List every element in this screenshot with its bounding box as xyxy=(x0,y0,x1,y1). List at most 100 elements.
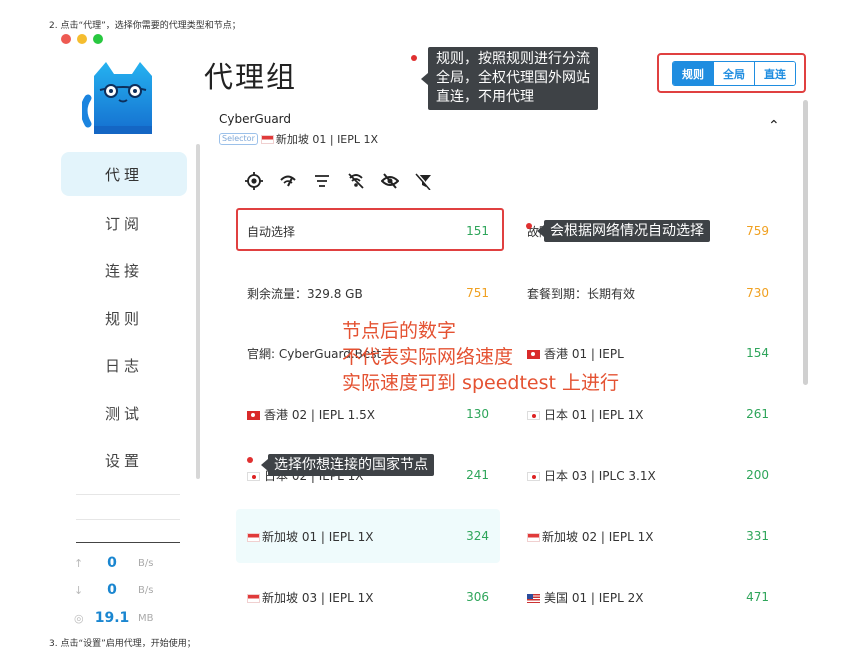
note-line: 实际速度可到 speedtest 上进行 xyxy=(342,372,619,394)
node-us-01[interactable]: 美国 01 | IEPL 2X 471 xyxy=(516,575,780,619)
node-delay: 154 xyxy=(746,346,769,360)
auto-select-annotation-box xyxy=(236,208,504,251)
node-name: 套餐到期：长期有效 xyxy=(527,286,636,301)
traffic-graph-line xyxy=(76,542,180,543)
app-logo-cat-icon xyxy=(82,62,152,134)
mode-tip-line: 全局，全权代理国外网站 xyxy=(436,70,590,86)
sidebar-nav: 代理 订阅 连接 规则 日志 测试 设置 xyxy=(61,152,187,485)
sidebar-item-proxy[interactable]: 代理 xyxy=(61,152,187,196)
hide-unavailable-icon[interactable] xyxy=(346,171,366,191)
node-delay: 261 xyxy=(746,407,769,421)
locate-icon[interactable] xyxy=(244,171,264,191)
mode-global-button[interactable]: 全局 xyxy=(713,62,754,85)
current-node-label: 新加坡 01 | IEPL 1X xyxy=(275,133,379,146)
node-sg-01[interactable]: 新加坡 01 | IEPL 1X 324 xyxy=(236,509,500,563)
mode-tip-line: 规则，按照规则进行分流 xyxy=(436,51,590,67)
sidebar-item-label: 规则 xyxy=(104,309,143,328)
sidebar-item-label: 日志 xyxy=(104,357,143,376)
group-toolbar xyxy=(244,171,434,191)
usa-flag-icon xyxy=(527,593,540,603)
node-jp-03[interactable]: 日本 03 | IPLC 3.1X 200 xyxy=(516,453,780,497)
arrow-down-icon: ↓ xyxy=(74,583,84,597)
singapore-flag-icon xyxy=(247,593,260,603)
sidebar-item-logs[interactable]: 日志 xyxy=(61,342,187,390)
memory-usage: ◎ 19.1 MB xyxy=(74,610,194,626)
node-sg-03[interactable]: 新加坡 03 | IEPL 1X 306 xyxy=(236,575,500,619)
node-delay: 200 xyxy=(746,468,769,482)
node-sg-02[interactable]: 新加坡 02 | IEPL 1X 331 xyxy=(516,514,780,558)
hongkong-flag-icon xyxy=(247,410,260,420)
node-jp-01[interactable]: 日本 01 | IEPL 1X 261 xyxy=(516,392,780,436)
upload-value: 0 xyxy=(107,555,117,571)
delay-number-note: 节点后的数字 不代表实际网络速度 实际速度可到 speedtest 上进行 xyxy=(342,318,619,396)
proxy-group-name[interactable]: CyberGuard xyxy=(219,112,291,126)
mode-annotation-tip: 规则，按照规则进行分流 全局，全权代理国外网站 直连，不用代理 xyxy=(421,47,598,110)
annotation-dot xyxy=(526,223,532,229)
node-name: 新加坡 03 | IEPL 1X xyxy=(262,590,374,605)
mode-switch: 规则 全局 直连 xyxy=(672,61,796,86)
sidebar-item-subscription[interactable]: 订阅 xyxy=(61,200,187,248)
node-delay: 324 xyxy=(466,529,489,543)
singapore-flag-icon xyxy=(247,532,260,542)
node-delay: 759 xyxy=(746,224,769,238)
sidebar-scrollbar[interactable] xyxy=(196,144,200,479)
sidebar-item-label: 测试 xyxy=(104,404,143,423)
doc-step-3: 3. 点击“设置”启用代理，开始使用； xyxy=(49,639,196,649)
sidebar-item-connections[interactable]: 连接 xyxy=(61,247,187,295)
auto-select-annotation-tip: 会根据网络情况自动选择 xyxy=(537,220,710,242)
japan-flag-icon xyxy=(247,471,260,481)
filter-off-icon[interactable] xyxy=(414,171,434,191)
arrow-up-icon: ↑ xyxy=(74,556,84,570)
node-delay: 306 xyxy=(466,590,489,604)
country-annotation-tip: 选择你想连接的国家节点 xyxy=(261,454,434,476)
proxy-group-current: Selector 新加坡 01 | IEPL 1X xyxy=(219,131,378,147)
doc-step-2: 2. 点击“代理”，选择你需要的代理类型和节点； xyxy=(49,21,241,31)
node-delay: 471 xyxy=(746,590,769,604)
sidebar-item-rules[interactable]: 规则 xyxy=(61,295,187,343)
sidebar-item-settings[interactable]: 设置 xyxy=(61,437,187,485)
node-remaining-traffic[interactable]: 剩余流量：329.8 GB 751 xyxy=(236,271,500,315)
group-type-badge: Selector xyxy=(219,133,258,145)
node-hk-02[interactable]: 香港 02 | IEPL 1.5X 130 xyxy=(236,392,500,436)
sidebar-item-label: 代理 xyxy=(104,165,143,184)
sidebar-item-test[interactable]: 测试 xyxy=(61,390,187,438)
node-name: 美国 01 | IEPL 2X xyxy=(544,590,644,605)
singapore-flag-icon xyxy=(260,134,274,144)
node-name: 剩余流量：329.8 GB xyxy=(247,286,363,301)
memory-icon: ◎ xyxy=(74,611,84,625)
sidebar-item-label: 设置 xyxy=(104,452,143,471)
sidebar-divider xyxy=(76,519,180,520)
node-delay: 331 xyxy=(746,529,769,543)
node-name: 日本 01 | IEPL 1X xyxy=(544,407,644,422)
cropped-top-edge xyxy=(60,0,760,10)
close-window-dot[interactable] xyxy=(61,34,71,44)
speed-test-icon[interactable] xyxy=(278,171,298,191)
node-name: 香港 02 | IEPL 1.5X xyxy=(264,407,375,422)
maximize-window-dot[interactable] xyxy=(93,34,103,44)
minimize-window-dot[interactable] xyxy=(77,34,87,44)
hide-icon[interactable] xyxy=(380,171,400,191)
sort-icon[interactable] xyxy=(312,171,332,191)
node-plan-expiry[interactable]: 套餐到期：长期有效 730 xyxy=(516,271,780,315)
note-line: 不代表实际网络速度 xyxy=(342,346,514,368)
chevron-up-icon[interactable]: ⌃ xyxy=(768,118,780,134)
download-speed: ↓ 0 B/s xyxy=(74,582,194,598)
sidebar-item-label: 连接 xyxy=(104,262,143,281)
page-title: 代理组 xyxy=(204,60,298,94)
upload-unit: B/s xyxy=(138,557,154,569)
mode-rule-button[interactable]: 规则 xyxy=(673,62,713,85)
node-delay: 751 xyxy=(466,286,489,300)
japan-flag-icon xyxy=(527,410,540,420)
japan-flag-icon xyxy=(527,471,540,481)
window-controls xyxy=(61,34,103,44)
mode-direct-button[interactable]: 直连 xyxy=(754,62,795,85)
singapore-flag-icon xyxy=(527,532,540,542)
annotation-dot xyxy=(411,55,417,61)
sidebar-item-label: 订阅 xyxy=(104,214,143,233)
main-scrollbar[interactable] xyxy=(803,100,808,385)
annotation-dot xyxy=(247,457,253,463)
node-delay: 241 xyxy=(466,468,489,482)
node-name: 新加坡 01 | IEPL 1X xyxy=(262,529,374,544)
mode-tip-line: 直连，不用代理 xyxy=(436,89,534,105)
download-unit: B/s xyxy=(138,584,154,596)
